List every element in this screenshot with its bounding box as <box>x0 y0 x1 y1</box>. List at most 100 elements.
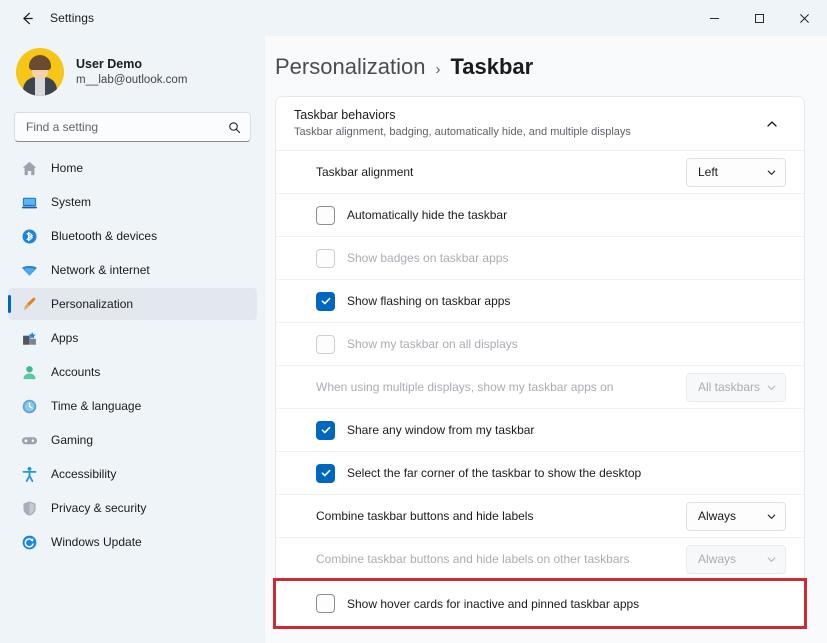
card-subtitle: Taskbar alignment, badging, automaticall… <box>294 126 631 139</box>
search-box[interactable] <box>14 112 251 142</box>
sidebar-item-bluetooth[interactable]: Bluetooth & devices <box>8 220 257 252</box>
checkbox[interactable] <box>316 420 335 440</box>
avatar-shirt <box>35 78 45 96</box>
setting-row[interactable]: When using multiple displays, show my ta… <box>276 366 804 409</box>
setting-row[interactable]: Taskbar alignment Left <box>276 151 804 194</box>
check-icon <box>321 469 330 477</box>
card-header-text: Taskbar behaviors Taskbar alignment, bad… <box>294 107 758 140</box>
dropdown[interactable]: Left <box>686 157 786 187</box>
breadcrumb-separator: › <box>435 61 441 78</box>
sidebar-item-home[interactable]: Home <box>8 152 257 184</box>
setting-label: When using multiple displays, show my ta… <box>316 380 614 394</box>
avatar-hair <box>29 55 51 70</box>
dropdown-value: All taskbars <box>698 380 761 394</box>
chevron-down-icon <box>767 556 776 562</box>
dropdown[interactable]: Always <box>686 501 786 531</box>
chevron-down-icon <box>767 513 776 519</box>
sidebar-item-label: Privacy & security <box>51 501 147 515</box>
sidebar-item-label: Time & language <box>51 399 142 413</box>
sidebar-item-accessibility[interactable]: Accessibility <box>8 458 257 490</box>
settings-rows: Taskbar alignment Left Automatically hide … <box>273 151 807 629</box>
sidebar-item-label: Gaming <box>51 433 94 447</box>
window-controls <box>692 0 827 36</box>
setting-label: Select the far corner of the taskbar to … <box>347 466 642 480</box>
breadcrumb: Personalization › Taskbar <box>275 36 805 96</box>
check-icon <box>321 426 330 434</box>
avatar <box>16 48 64 96</box>
wifi-icon <box>20 261 38 279</box>
setting-row[interactable]: Share any window from my taskbar <box>276 409 804 452</box>
sidebar-item-apps[interactable]: Apps <box>8 322 257 354</box>
setting-row[interactable]: Select the far corner of the taskbar to … <box>276 452 804 495</box>
setting-row[interactable]: Combine taskbar buttons and hide labels A… <box>276 495 804 538</box>
chevron-down-icon <box>766 554 777 565</box>
dropdown-value: Always <box>698 552 737 566</box>
main-content: Personalization › Taskbar Taskbar behavi… <box>265 36 827 643</box>
setting-label: Combine taskbar buttons and hide labels … <box>316 552 630 566</box>
check-icon <box>321 297 330 305</box>
setting-row[interactable]: Show badges on taskbar apps <box>276 237 804 280</box>
chevron-down-icon <box>766 167 777 178</box>
setting-label: Show badges on taskbar apps <box>347 251 509 265</box>
breadcrumb-parent[interactable]: Personalization <box>275 54 425 80</box>
minimize-button[interactable] <box>692 0 737 36</box>
sidebar-item-system[interactable]: System <box>8 186 257 218</box>
sidebar-item-personalization[interactable]: Personalization <box>8 288 257 320</box>
maximize-icon <box>755 13 764 23</box>
setting-row[interactable]: Automatically hide the taskbar <box>276 194 804 237</box>
maximize-button[interactable] <box>737 0 782 36</box>
sidebar-item-gaming[interactable]: Gaming <box>8 424 257 456</box>
setting-label: Combine taskbar buttons and hide labels <box>316 509 534 523</box>
taskbar-behaviors-card: Taskbar behaviors Taskbar alignment, bad… <box>273 96 807 629</box>
shield-icon <box>20 499 38 517</box>
setting-row[interactable]: Show my taskbar on all displays <box>276 323 804 366</box>
sidebar-item-label: Network & internet <box>51 263 150 277</box>
setting-label: Share any window from my taskbar <box>347 423 535 437</box>
sidebar-item-label: Apps <box>51 331 79 345</box>
app-title: Settings <box>50 11 95 25</box>
account-block[interactable]: User Demo m__lab@outlook.com <box>0 40 265 106</box>
back-button[interactable] <box>12 5 42 31</box>
accessibility-icon <box>20 465 38 483</box>
search-icon[interactable] <box>228 121 241 134</box>
dropdown-value: Always <box>698 509 737 523</box>
checkbox[interactable] <box>316 463 335 483</box>
setting-row[interactable]: Show hover cards for inactive and pinned… <box>273 578 807 629</box>
sidebar-item-windows-update[interactable]: Windows Update <box>8 526 257 558</box>
sidebar-item-label: Accessibility <box>51 467 117 481</box>
checkbox <box>316 334 335 354</box>
sidebar-item-accounts[interactable]: Accounts <box>8 356 257 388</box>
sidebar-item-label: Windows Update <box>51 535 142 549</box>
search-wrapper <box>0 106 265 152</box>
close-button[interactable] <box>782 0 827 36</box>
checkbox[interactable] <box>316 594 335 613</box>
update-icon <box>20 533 38 551</box>
page-title: Taskbar <box>450 54 534 79</box>
sidebar-item-privacy-security[interactable]: Privacy & security <box>8 492 257 524</box>
card-header[interactable]: Taskbar behaviors Taskbar alignment, bad… <box>276 97 804 151</box>
collapse-button[interactable] <box>758 110 786 138</box>
bluetooth-icon <box>20 227 38 245</box>
search-input[interactable] <box>26 120 228 134</box>
setting-row[interactable]: Show flashing on taskbar apps <box>276 280 804 323</box>
chevron-down-icon <box>766 511 777 522</box>
sidebar-item-time-language[interactable]: Time & language <box>8 390 257 422</box>
clock-icon <box>20 397 38 415</box>
apps-icon <box>20 329 38 347</box>
checkbox[interactable] <box>316 291 335 311</box>
checkbox[interactable] <box>316 205 335 225</box>
setting-row[interactable]: Combine taskbar buttons and hide labels … <box>276 538 804 581</box>
arrow-left-icon <box>22 12 33 24</box>
close-icon <box>800 13 809 23</box>
sidebar: User Demo m__lab@outlook.com Find a sett… <box>0 36 265 643</box>
system-icon <box>20 193 38 211</box>
card-title: Taskbar behaviors <box>294 108 396 123</box>
settings-window: Settings User Demo m__lab@outlook.com Fi… <box>0 0 827 643</box>
account-email: m__lab@outlook.com <box>76 74 188 87</box>
sidebar-item-network[interactable]: Network & internet <box>8 254 257 286</box>
setting-label: Show hover cards for inactive and pinned… <box>347 596 640 611</box>
paintbrush-icon <box>20 295 38 313</box>
account-icon <box>20 363 38 381</box>
home-icon <box>20 159 38 177</box>
chevron-up-icon <box>767 120 777 127</box>
